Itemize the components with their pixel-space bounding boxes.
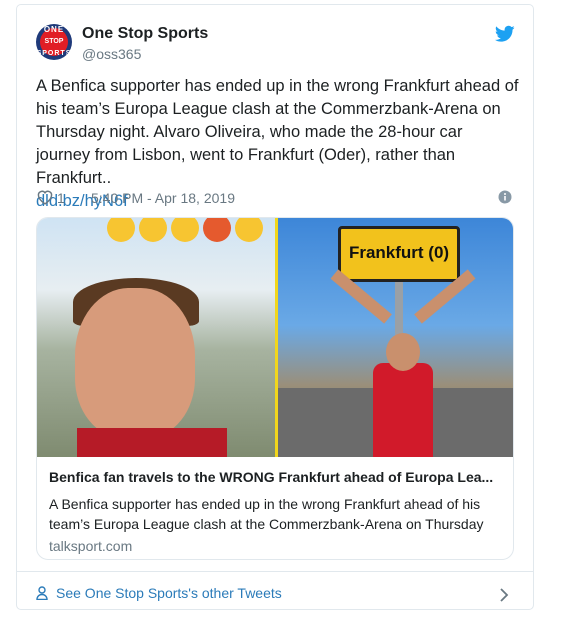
shirt-shape <box>77 428 227 457</box>
emoji-row <box>107 218 275 242</box>
preview-domain: talksport.com <box>49 538 133 554</box>
town-sign: Frankfurt (0) <box>338 226 460 282</box>
person-shape <box>373 363 433 457</box>
avatar[interactable]: ONE STOP SPORTS <box>36 24 72 60</box>
author-handle[interactable]: @oss365 <box>82 46 141 62</box>
emoji-icon <box>235 218 263 242</box>
see-other-tweets-link[interactable]: See One Stop Sports's other Tweets <box>36 585 282 601</box>
see-other-tweets-label: See One Stop Sports's other Tweets <box>56 585 282 601</box>
tweet-meta: 1 5:40 PM - Apr 18, 2019 <box>36 188 516 208</box>
author-display-name[interactable]: One Stop Sports <box>82 25 208 43</box>
like-count[interactable]: 1 <box>57 190 65 206</box>
preview-image-right: Frankfurt (0) <box>278 218 513 457</box>
tweet-body: A Benfica supporter has ended up in the … <box>36 77 519 187</box>
emoji-icon <box>139 218 167 242</box>
chevron-right-icon[interactable] <box>499 588 509 602</box>
link-preview-card[interactable]: Frankfurt (0) Benfica fan travels to the… <box>36 217 514 560</box>
tweet-card: ONE STOP SPORTS One Stop Sports @oss365 … <box>16 4 534 610</box>
avatar-text-mid: STOP <box>44 38 64 45</box>
avatar-text-top: ONE <box>43 25 65 34</box>
emoji-icon <box>203 218 231 242</box>
tweet-timestamp[interactable]: 5:40 PM - Apr 18, 2019 <box>91 190 235 206</box>
face-shape <box>75 288 195 438</box>
preview-title[interactable]: Benfica fan travels to the WRONG Frankfu… <box>49 469 504 485</box>
heart-icon[interactable] <box>36 189 54 205</box>
emoji-icon <box>171 218 199 242</box>
footer-divider <box>17 571 533 572</box>
person-icon <box>36 586 48 600</box>
avatar-text-bottom: SPORTS <box>36 50 72 57</box>
town-sign-text: Frankfurt (0) <box>348 243 450 262</box>
twitter-bird-icon[interactable] <box>495 25 515 43</box>
emoji-icon <box>107 218 135 242</box>
preview-description: A Benfica supporter has ended up in the … <box>49 496 484 532</box>
head-shape <box>386 333 420 371</box>
info-icon[interactable] <box>498 190 512 204</box>
preview-image-left <box>37 218 275 457</box>
